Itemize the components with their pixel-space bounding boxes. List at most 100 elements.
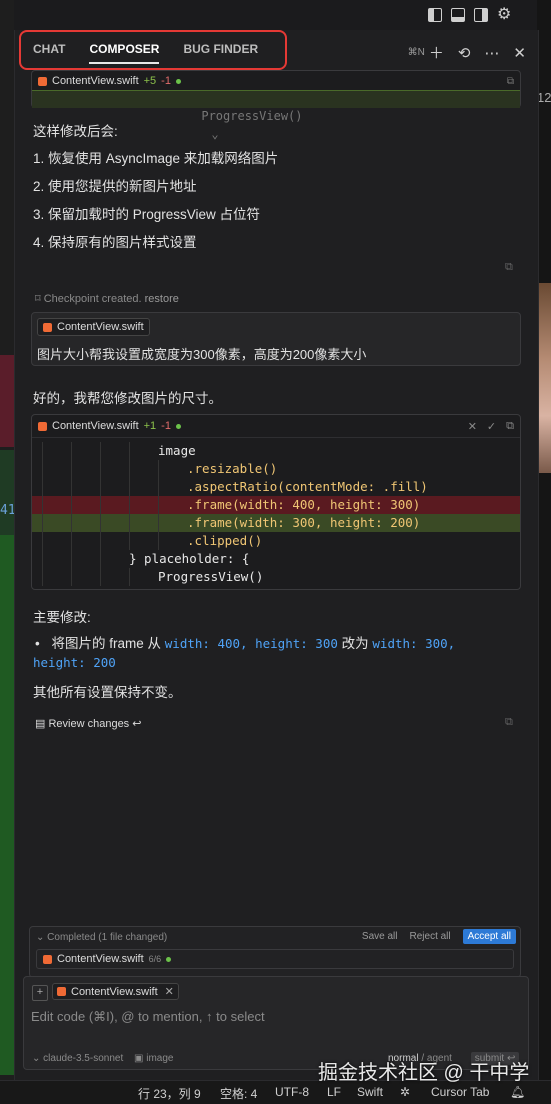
code-text: .clipped() (187, 533, 263, 548)
image-icon: ▣ (134, 1053, 144, 1064)
file-name[interactable]: ContentView.swift (52, 75, 139, 87)
cursor-position[interactable]: 行 23，列 9 (138, 1085, 201, 1102)
swift-file-icon (38, 421, 47, 431)
reject-icon[interactable]: ✕ (468, 420, 477, 433)
tab-composer[interactable]: COMPOSER (89, 42, 160, 64)
model-select[interactable]: ⌄ claude-3.5-sonnet ▣ image (32, 1053, 174, 1064)
context-file-chip[interactable]: ContentView.swift ✕ (52, 983, 179, 1000)
code-text: image (158, 443, 196, 458)
list-item: 3. 保留加载时的 ProgressView 占位符 (33, 207, 261, 222)
copy-icon[interactable]: ⧉ (507, 76, 514, 87)
file-name[interactable]: ContentView.swift (52, 420, 139, 432)
code-line: .frame(width: 400, height: 300) (32, 496, 520, 514)
code-line: ProgressView() (32, 568, 520, 586)
list-item: 2. 使用您提供的新图片地址 (33, 179, 197, 194)
code-text: .resizable() (187, 461, 278, 476)
code-text: .aspectRatio(contentMode: .fill) (187, 479, 428, 494)
close-icon[interactable]: ✕ (165, 985, 174, 998)
review-changes-button[interactable]: ▤ Review changes ↩ (35, 717, 141, 730)
indentation[interactable]: 空格: 4 (220, 1085, 257, 1102)
swift-file-icon (43, 322, 52, 332)
list-item: • 将图片的 frame 从 width: 400, height: 300 改… (33, 636, 456, 670)
checkpoint-text: Checkpoint created. (43, 293, 142, 305)
status-dot (175, 78, 181, 84)
sidebar-right-icon[interactable] (474, 8, 488, 22)
tab-chat[interactable]: CHAT (33, 42, 65, 64)
review-label: Review changes ↩ (48, 718, 142, 730)
changed-file-row[interactable]: ContentView.swift 6/6 (36, 949, 514, 969)
user-message-text: 图片大小帮我设置成宽度为300像素，高度为200像素大小 (37, 347, 367, 362)
save-all-button[interactable]: Save all (362, 931, 398, 942)
review-icon: ▤ (35, 718, 46, 730)
composer-panel: CHAT COMPOSER BUG FINDER ⌘N ＋ ⟲ ⋯ ✕ Cont… (14, 30, 539, 1080)
removed-count: -1 (161, 75, 171, 87)
panel-tabs: CHAT COMPOSER BUG FINDER (33, 42, 258, 64)
gear-icon[interactable]: ⚙ (497, 7, 511, 23)
code-line: .aspectRatio(contentMode: .fill) (32, 478, 520, 496)
assistant-reply: 好的，我帮您修改图片的尺寸。 (33, 391, 222, 406)
list-item: 4. 保持原有的图片样式设置 (33, 235, 197, 250)
accept-icon[interactable]: ✓ (487, 420, 496, 433)
bullet-text: 将图片的 frame 从 (51, 636, 162, 651)
editor-right-edge: 12 (537, 0, 551, 1080)
language-mode[interactable]: Swift (357, 1085, 383, 1099)
sidebar-left-icon[interactable] (428, 8, 442, 22)
code-lines: image .resizable() .aspectRatio(contentMod… (32, 438, 520, 586)
file-name: ContentView.swift (57, 953, 144, 965)
close-icon[interactable]: ✕ (513, 44, 526, 62)
file-name: ContentView.swift (71, 985, 158, 998)
code-line: image (32, 442, 520, 460)
assistant-text: 这样修改后会: (33, 124, 118, 139)
plus-icon[interactable]: ＋ (429, 42, 444, 63)
panel-bottom-icon[interactable] (451, 8, 465, 22)
restore-link[interactable]: restore (145, 293, 179, 305)
added-count: +1 (143, 420, 157, 432)
cursor-tab-icon[interactable]: ✲ (400, 1085, 410, 1099)
image-label[interactable]: image (146, 1053, 173, 1064)
preview-image (537, 283, 551, 473)
code-line: .clipped() (32, 532, 520, 550)
list-item: 1. 恢复使用 AsyncImage 来加载网络图片 (33, 151, 279, 166)
checkpoint: ⌑ Checkpoint created. restore (35, 292, 179, 305)
code-block-1: ContentView.swift +5 -1 ⧉ ProgressView()… (31, 70, 521, 141)
code-line: ProgressView() (201, 109, 303, 123)
layout-toggles: ⚙ (428, 7, 511, 23)
model-name: claude-3.5-sonnet (43, 1053, 124, 1064)
inline-code: width: 300, (372, 636, 456, 651)
add-context-button[interactable]: + (32, 985, 48, 1001)
watermark: 掘金技术社区 @ 干中学 (318, 1062, 530, 1084)
tab-bug-finder[interactable]: BUG FINDER (183, 42, 258, 64)
reject-all-button[interactable]: Reject all (410, 931, 451, 942)
copy-icon[interactable]: ⧉ (505, 261, 513, 274)
context-file-chip[interactable]: ContentView.swift (37, 318, 150, 336)
code-text: .frame(width: 400, height: 300) (187, 497, 421, 512)
chevron-down-icon[interactable]: ⌄ (211, 127, 218, 141)
bullet-text: 改为 (341, 636, 369, 651)
copy-icon[interactable]: ⧉ (506, 420, 514, 433)
swift-file-icon (38, 76, 47, 86)
accept-all-button[interactable]: Accept all (462, 929, 516, 944)
summary-title: 主要修改: (33, 610, 91, 625)
code-line: } placeholder: { (32, 550, 520, 568)
user-message: ContentView.swift 图片大小帮我设置成宽度为300像素，高度为2… (31, 312, 521, 366)
code-line: .resizable() (32, 460, 520, 478)
encoding[interactable]: UTF-8 (275, 1085, 309, 1099)
status-dot (166, 956, 172, 962)
code-block-2: ContentView.swift +1 -1 ✕ ✓ ⧉ image .resi… (31, 414, 521, 590)
chevron-down-icon: ⌄ (32, 1053, 41, 1064)
completed-bar: ⌄ Completed (1 file changed) Save all Re… (29, 926, 521, 978)
inline-code: width: 400, height: 300 (164, 636, 338, 651)
code-line: .frame(width: 300, height: 200) (32, 514, 520, 532)
change-progress: 6/6 (148, 954, 162, 964)
inline-code: height: 200 (33, 655, 116, 670)
copy-icon[interactable]: ⧉ (505, 716, 513, 729)
history-icon[interactable]: ⟲ (458, 44, 471, 62)
cursor-tab[interactable]: Cursor Tab (431, 1085, 489, 1099)
composer-placeholder[interactable]: Edit code (⌘I), @ to mention, ↑ to selec… (31, 1009, 265, 1025)
line-number-fragment: 12 (537, 90, 551, 105)
chevron-down-icon[interactable]: ⌄ (36, 932, 44, 943)
more-icon[interactable]: ⋯ (484, 44, 499, 62)
line-ending[interactable]: LF (327, 1085, 341, 1099)
panel-actions: ⌘N ＋ ⟲ ⋯ ✕ (408, 42, 526, 63)
bell-icon[interactable]: 🔔︎ (510, 1085, 525, 1099)
